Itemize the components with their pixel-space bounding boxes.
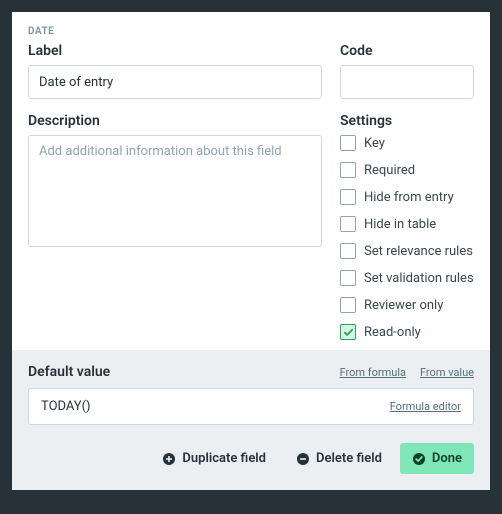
code-column: Code	[340, 43, 474, 99]
code-input[interactable]	[340, 65, 474, 99]
row-label-code: Label Code	[28, 43, 474, 99]
field-editor-panel: DATE Label Code Description Settings Key…	[12, 12, 490, 490]
formula-text: TODAY()	[41, 399, 91, 414]
checkbox[interactable]	[340, 270, 356, 286]
checkbox[interactable]	[340, 162, 356, 178]
settings-item[interactable]: Hide in table	[340, 216, 474, 232]
checkbox-label: Reviewer only	[364, 298, 443, 313]
default-value-header: Default value From formula From value	[28, 364, 474, 380]
settings-item[interactable]: Key	[340, 135, 474, 151]
duplicate-icon	[162, 452, 176, 466]
checkbox[interactable]	[340, 216, 356, 232]
checkbox[interactable]	[340, 324, 356, 340]
settings-column: Settings Key Required Hide from entry Hide …	[340, 113, 474, 340]
settings-item[interactable]: Set validation rules	[340, 270, 474, 286]
checkbox-label: Required	[364, 163, 415, 178]
description-caption: Description	[28, 113, 322, 129]
checkbox-label: Read-only	[364, 325, 421, 340]
description-column: Description	[28, 113, 322, 340]
settings-item[interactable]: Read-only	[340, 324, 474, 340]
panel-bottom: Default value From formula From value TO…	[12, 350, 490, 490]
settings-item[interactable]: Reviewer only	[340, 297, 474, 313]
checkbox[interactable]	[340, 297, 356, 313]
checkbox-label: Hide from entry	[364, 190, 454, 205]
default-value-links: From formula From value	[340, 366, 474, 379]
checkbox-label: Set relevance rules	[364, 244, 473, 259]
settings-list: Key Required Hide from entry Hide in table S…	[340, 135, 474, 340]
delete-field-button[interactable]: Delete field	[284, 443, 394, 474]
settings-item[interactable]: Required	[340, 162, 474, 178]
default-value-caption: Default value	[28, 364, 110, 380]
label-caption: Label	[28, 43, 322, 59]
actions-row: Duplicate field Delete field Done	[28, 443, 474, 474]
settings-item[interactable]: Hide from entry	[340, 189, 474, 205]
delete-icon	[296, 452, 310, 466]
checkbox-label: Hide in table	[364, 217, 436, 232]
checkbox[interactable]	[340, 189, 356, 205]
row-desc-settings: Description Settings Key Required Hide fro…	[28, 99, 474, 340]
label-input[interactable]	[28, 65, 322, 99]
label-column: Label	[28, 43, 322, 99]
settings-caption: Settings	[340, 113, 474, 129]
delete-label: Delete field	[316, 451, 382, 466]
done-label: Done	[432, 451, 462, 466]
checkbox-label: Key	[364, 136, 385, 151]
code-caption: Code	[340, 43, 474, 59]
done-button[interactable]: Done	[400, 443, 474, 474]
settings-item[interactable]: Set relevance rules	[340, 243, 474, 259]
field-type-badge: DATE	[28, 26, 474, 37]
description-input[interactable]	[28, 135, 322, 247]
duplicate-label: Duplicate field	[182, 451, 266, 466]
check-circle-icon	[412, 452, 426, 466]
formula-box[interactable]: TODAY() Formula editor	[28, 388, 474, 425]
checkbox-label: Set validation rules	[364, 271, 474, 286]
panel-top: DATE Label Code Description Settings Key…	[12, 12, 490, 350]
from-formula-link[interactable]: From formula	[340, 366, 406, 379]
duplicate-field-button[interactable]: Duplicate field	[150, 443, 278, 474]
checkbox[interactable]	[340, 135, 356, 151]
checkbox[interactable]	[340, 243, 356, 259]
from-value-link[interactable]: From value	[420, 366, 474, 379]
formula-editor-link[interactable]: Formula editor	[390, 400, 461, 413]
